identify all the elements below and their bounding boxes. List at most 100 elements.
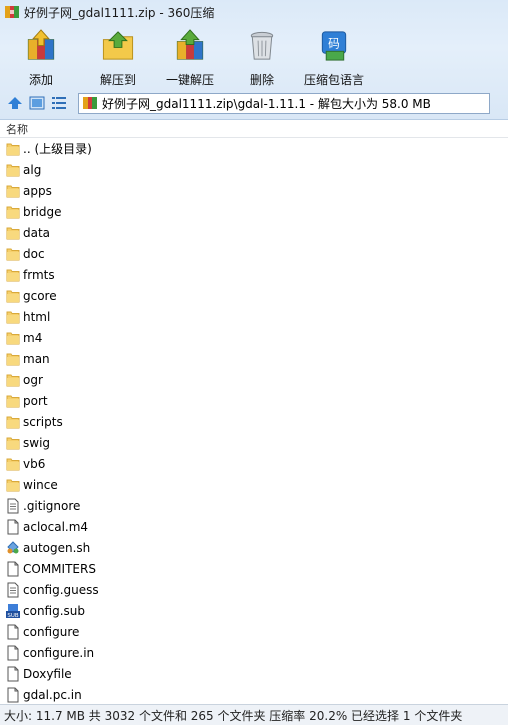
item-name: bridge — [23, 204, 62, 219]
folder-row[interactable]: data — [0, 222, 508, 243]
item-name: autogen.sh — [23, 540, 91, 555]
path-text: 好例子网_gdal1111.zip\gdal-1.11.1 - 解包大小为 58… — [102, 96, 431, 111]
folder-row[interactable]: gcore — [0, 285, 508, 306]
item-name: configure.in — [23, 645, 95, 660]
status-bar: 大小: 11.7 MB 共 3032 个文件和 265 个文件夹 压缩率 20.… — [0, 704, 508, 725]
file-row[interactable]: .gitignore — [0, 495, 508, 516]
folder-row[interactable]: vb6 — [0, 453, 508, 474]
file-row[interactable]: SUB config.sub — [0, 600, 508, 621]
folder-icon — [6, 395, 20, 407]
extract-to-button[interactable]: 解压到 — [82, 26, 154, 88]
folder-icon — [6, 332, 20, 344]
window-title: 好例子网_gdal1111.zip - 360压缩 — [24, 5, 215, 20]
item-name: Doxyfile — [23, 666, 72, 681]
file-row[interactable]: aclocal.m4 — [0, 516, 508, 537]
file-row[interactable]: configure — [0, 621, 508, 642]
folder-icon — [6, 227, 20, 239]
item-name: config.sub — [23, 603, 86, 618]
item-name: apps — [23, 183, 52, 198]
shell-script-icon — [7, 540, 19, 553]
file-icon — [7, 561, 19, 576]
file-icon — [7, 645, 19, 660]
folder-row[interactable]: ogr — [0, 369, 508, 390]
up-level-button[interactable] — [4, 93, 26, 113]
delete-label: 删除 — [249, 73, 274, 87]
item-name: alg — [23, 162, 42, 177]
file-icon — [7, 624, 19, 639]
extract-to-icon — [102, 31, 134, 60]
archive-language-icon: 码 — [321, 31, 347, 61]
folder-row[interactable]: alg — [0, 159, 508, 180]
file-row[interactable]: config.guess — [0, 579, 508, 600]
extract-to-label: 解压到 — [99, 73, 136, 87]
item-name: gcore — [23, 288, 57, 303]
path-field[interactable]: 好例子网_gdal1111.zip\gdal-1.11.1 - 解包大小为 58… — [78, 92, 490, 114]
file-row[interactable]: configure.in — [0, 642, 508, 663]
file-list: .. (上级目录) alg apps bridge data doc frmts gcore h… — [0, 138, 508, 704]
folder-row[interactable]: bridge — [0, 201, 508, 222]
item-name: scripts — [23, 414, 63, 429]
folder-icon — [6, 185, 20, 197]
text-file-icon — [7, 582, 19, 597]
folder-icon — [6, 479, 20, 491]
folder-row[interactable]: man — [0, 348, 508, 369]
item-name: gdal.pc.in — [23, 687, 82, 702]
folder-row[interactable]: doc — [0, 243, 508, 264]
view-list-icon — [52, 97, 66, 109]
file-icon — [7, 519, 19, 534]
folder-icon — [6, 416, 20, 428]
item-name: .. (上级目录) — [23, 142, 92, 156]
name-column-header[interactable]: 名称 — [0, 121, 508, 138]
folder-row[interactable]: html — [0, 306, 508, 327]
folder-row[interactable]: apps — [0, 180, 508, 201]
folder-icon — [6, 248, 20, 260]
delete-button[interactable]: 删除 — [226, 26, 298, 88]
file-row[interactable]: gdal.pc.in — [0, 684, 508, 704]
add-button-label: 添加 — [28, 73, 53, 87]
folder-icon — [6, 458, 20, 470]
name-column-label: 名称 — [6, 123, 28, 136]
status-text: 大小: 11.7 MB 共 3032 个文件和 265 个文件夹 压缩率 20.… — [4, 708, 463, 723]
folder-row[interactable]: .. (上级目录) — [0, 138, 508, 159]
item-name: frmts — [23, 267, 55, 282]
svg-text:码: 码 — [328, 36, 340, 50]
folder-row[interactable]: m4 — [0, 327, 508, 348]
archive-language-button[interactable]: 码 压缩包语言 — [298, 26, 370, 88]
item-name: .gitignore — [23, 498, 81, 513]
item-name: data — [23, 225, 51, 240]
list-view-button[interactable] — [48, 93, 70, 113]
folder-row[interactable]: frmts — [0, 264, 508, 285]
add-button[interactable]: 添加 — [0, 26, 82, 88]
item-name: wince — [23, 477, 58, 492]
folder-row[interactable]: wince — [0, 474, 508, 495]
folder-row[interactable]: port — [0, 390, 508, 411]
thumbnail-view-button[interactable] — [26, 93, 48, 113]
folder-row[interactable]: scripts — [0, 411, 508, 432]
file-row[interactable]: Doxyfile — [0, 663, 508, 684]
one-click-extract-button[interactable]: 一键解压 — [154, 26, 226, 88]
folder-icon — [6, 143, 20, 155]
item-name: m4 — [23, 330, 43, 345]
up-arrow-icon — [8, 97, 22, 109]
file-icon — [7, 666, 19, 681]
item-name: html — [23, 309, 51, 324]
title-bar: 好例子网_gdal1111.zip - 360压缩 — [0, 0, 508, 24]
item-name: man — [23, 351, 50, 366]
file-row[interactable]: autogen.sh — [0, 537, 508, 558]
archive-app-icon — [5, 6, 19, 18]
folder-icon — [6, 311, 20, 323]
add-archive-icon — [27, 29, 55, 60]
folder-icon — [6, 290, 20, 302]
text-file-icon — [7, 498, 19, 513]
item-name: aclocal.m4 — [23, 519, 89, 534]
toolbar: 添加 解压到 一键解压 删除 码 压缩包语言 — [0, 26, 508, 88]
item-name: ogr — [23, 372, 43, 387]
item-name: port — [23, 393, 48, 408]
folder-row[interactable]: swig — [0, 432, 508, 453]
item-name: COMMITERS — [23, 561, 96, 576]
archive-language-label: 压缩包语言 — [303, 73, 364, 87]
file-row[interactable]: COMMITERS — [0, 558, 508, 579]
delete-trash-icon — [250, 31, 274, 60]
item-name: doc — [23, 246, 45, 261]
window-chrome: 好例子网_gdal1111.zip - 360压缩 添加 解压到 一键解压 删除… — [0, 0, 508, 120]
